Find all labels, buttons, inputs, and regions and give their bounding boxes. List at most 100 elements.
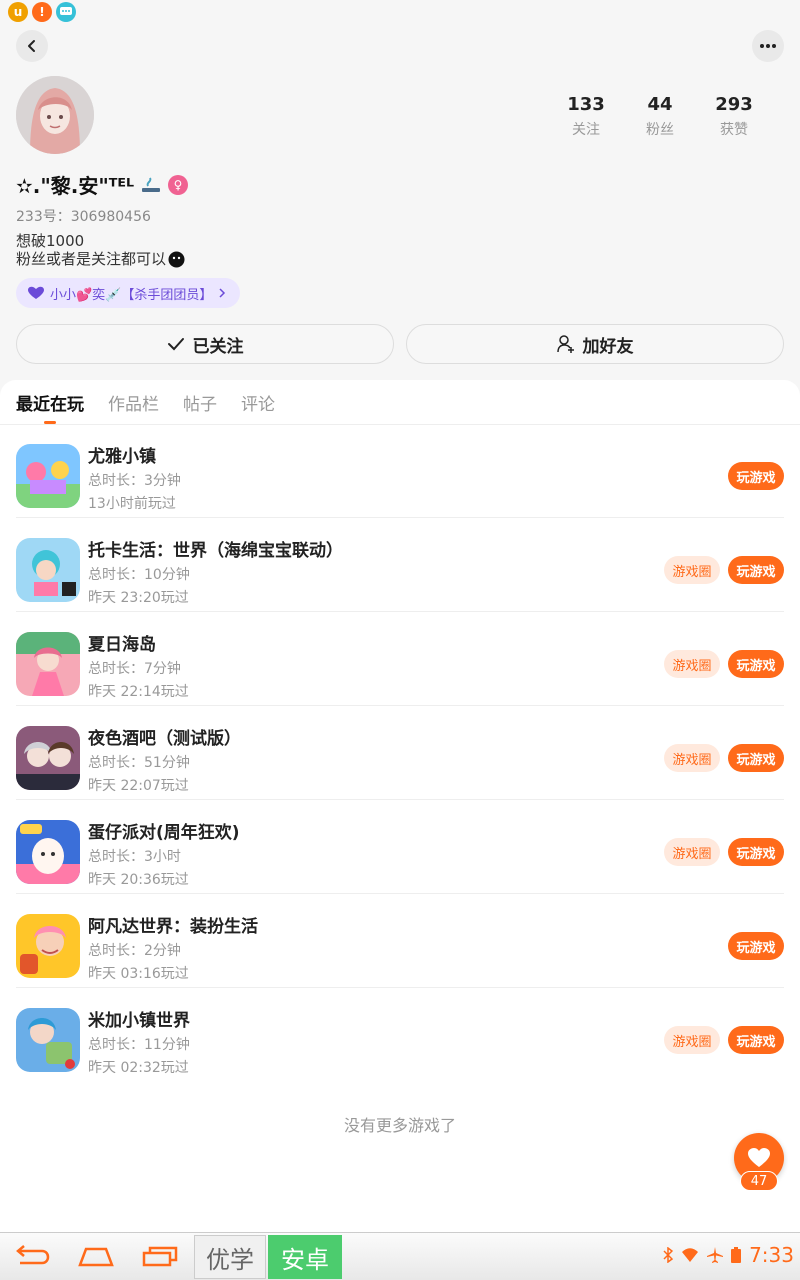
game-title: 米加小镇世界 [88, 1011, 190, 1031]
smoke-icon [142, 177, 161, 192]
bluetooth-icon [663, 1247, 674, 1263]
game-circle-button[interactable]: 游戏圈 [664, 838, 720, 866]
tab-bar: 最近在玩 作品栏 帖子 评论 [16, 390, 275, 424]
game-duration: 总时长：3小时 [88, 849, 181, 865]
battery-icon [731, 1247, 742, 1263]
game-duration: 总时长：10分钟 [88, 567, 190, 583]
game-last-played: 13小时前玩过 [88, 496, 176, 512]
game-icon [16, 820, 80, 884]
group-badge[interactable]: 小小💕奕💉【杀手团团员】 [16, 278, 241, 308]
game-row[interactable]: 蛋仔派对(周年狂欢) 总时长：3小时 昨天 20:36玩过 游戏圈 玩游戏 [16, 800, 784, 894]
like-count: 47 [740, 1171, 778, 1191]
game-row[interactable]: 托卡生活：世界（海绵宝宝联动） 总时长：10分钟 昨天 23:20玩过 游戏圈 … [16, 518, 784, 612]
game-duration: 总时长：7分钟 [88, 661, 181, 677]
system-tray: 7:33 [663, 1243, 794, 1267]
game-duration: 总时长：2分钟 [88, 943, 181, 959]
stat-following[interactable]: 133 关注 [546, 94, 626, 139]
chat-icon [56, 2, 76, 22]
add-friend-label: 加好友 [582, 336, 634, 357]
no-more-text: 没有更多游戏了 [343, 1116, 456, 1135]
game-circle-button[interactable]: 游戏圈 [664, 650, 720, 678]
more-icon [760, 44, 776, 48]
check-icon [167, 338, 184, 351]
game-title: 阿凡达世界：装扮生活 [88, 917, 258, 937]
play-game-button[interactable]: 玩游戏 [728, 1026, 784, 1054]
airplane-icon [707, 1247, 724, 1263]
game-circle-button[interactable]: 游戏圈 [664, 1026, 720, 1054]
bio-line-1: 想破1000 [16, 232, 85, 250]
game-duration: 总时长：51分钟 [88, 755, 190, 771]
game-last-played: 昨天 23:20玩过 [88, 590, 189, 606]
back-icon [28, 40, 35, 52]
clock: 7:33 [749, 1243, 794, 1267]
stat-fans[interactable]: 44 粉丝 [620, 94, 700, 139]
game-row[interactable]: 米加小镇世界 总时长：11分钟 昨天 02:32玩过 游戏圈 玩游戏 [16, 988, 784, 1082]
game-last-played: 昨天 22:14玩过 [88, 684, 189, 700]
tab-posts[interactable]: 帖子 [183, 390, 217, 424]
game-duration: 总时长：11分钟 [88, 1037, 190, 1053]
game-icon [16, 726, 80, 790]
back-nav-icon[interactable] [14, 1243, 50, 1273]
recent-apps-nav-icon[interactable] [142, 1243, 178, 1273]
bio: 想破1000 粉丝或者是关注都可以 [16, 232, 185, 268]
play-game-button[interactable]: 玩游戏 [728, 838, 784, 866]
female-icon: ♀ [168, 174, 189, 195]
stat-label: 关注 [572, 122, 600, 138]
tab-recent-play[interactable]: 最近在玩 [16, 390, 84, 424]
nickname-row: ✫."黎.安"ᵀᴱᴸ ♀ [16, 170, 189, 199]
stat-number: 133 [567, 94, 605, 115]
game-title: 托卡生活：世界（海绵宝宝联动） [88, 541, 343, 561]
user-id: 233号：306980456 [16, 209, 151, 225]
game-row[interactable]: 尤雅小镇 总时长：3分钟 13小时前玩过 玩游戏 [16, 424, 784, 518]
game-circle-button[interactable]: 游戏圈 [664, 556, 720, 584]
game-last-played: 昨天 20:36玩过 [88, 872, 189, 888]
tab-comments[interactable]: 评论 [241, 390, 275, 424]
game-last-played: 昨天 03:16玩过 [88, 966, 189, 982]
game-icon [16, 1008, 80, 1072]
play-game-button[interactable]: 玩游戏 [728, 650, 784, 678]
stat-number: 293 [715, 94, 753, 115]
home-nav-icon[interactable] [78, 1243, 114, 1273]
game-title: 蛋仔派对(周年狂欢) [88, 823, 240, 843]
game-title: 夏日海岛 [88, 635, 156, 655]
more-button[interactable] [752, 30, 784, 62]
wifi-icon [682, 1248, 699, 1262]
nickname: ✫."黎.安"ᵀᴱᴸ [16, 174, 135, 198]
emoji-icon [168, 251, 185, 267]
stat-number: 44 [647, 94, 673, 115]
tab-works[interactable]: 作品栏 [108, 390, 159, 424]
play-game-button[interactable]: 玩游戏 [728, 556, 784, 584]
game-title: 尤雅小镇 [88, 447, 156, 467]
badge-label: 小小💕奕💉【杀手团团员】 [50, 287, 213, 303]
game-row[interactable]: 夜色酒吧（测试版） 总时长：51分钟 昨天 22:07玩过 游戏圈 玩游戏 [16, 706, 784, 800]
play-game-button[interactable]: 玩游戏 [728, 462, 784, 490]
game-circle-button[interactable]: 游戏圈 [664, 744, 720, 772]
play-game-button[interactable]: 玩游戏 [728, 744, 784, 772]
ime-android[interactable]: 安卓 [268, 1235, 342, 1279]
status-bar: u ! [8, 2, 76, 22]
u-app-icon: u [8, 2, 28, 22]
add-friend-button[interactable]: 加好友 [406, 324, 784, 364]
game-row[interactable]: 夏日海岛 总时长：7分钟 昨天 22:14玩过 游戏圈 玩游戏 [16, 612, 784, 706]
stat-likes[interactable]: 293 获赞 [694, 94, 774, 139]
alert-icon: ! [32, 2, 52, 22]
bio-line-2: 粉丝或者是关注都可以 [16, 250, 167, 268]
game-last-played: 昨天 02:32玩过 [88, 1060, 189, 1076]
game-title: 夜色酒吧（测试版） [88, 729, 241, 749]
stat-label: 粉丝 [646, 122, 674, 138]
chevron-right-icon [219, 288, 226, 298]
avatar[interactable] [16, 76, 94, 154]
game-icon [16, 632, 80, 696]
ime-youxue[interactable]: 优学 [194, 1235, 266, 1279]
game-row[interactable]: 阿凡达世界：装扮生活 总时长：2分钟 昨天 03:16玩过 玩游戏 [16, 894, 784, 988]
game-duration: 总时长：3分钟 [88, 473, 181, 489]
play-game-button[interactable]: 玩游戏 [728, 932, 784, 960]
heart-icon [28, 286, 44, 299]
followed-button[interactable]: 已关注 [16, 324, 394, 364]
game-icon [16, 538, 80, 602]
add-user-icon [556, 335, 574, 353]
back-button[interactable] [16, 30, 48, 62]
game-icon [16, 914, 80, 978]
heart-icon [748, 1148, 770, 1167]
followed-label: 已关注 [192, 336, 244, 357]
